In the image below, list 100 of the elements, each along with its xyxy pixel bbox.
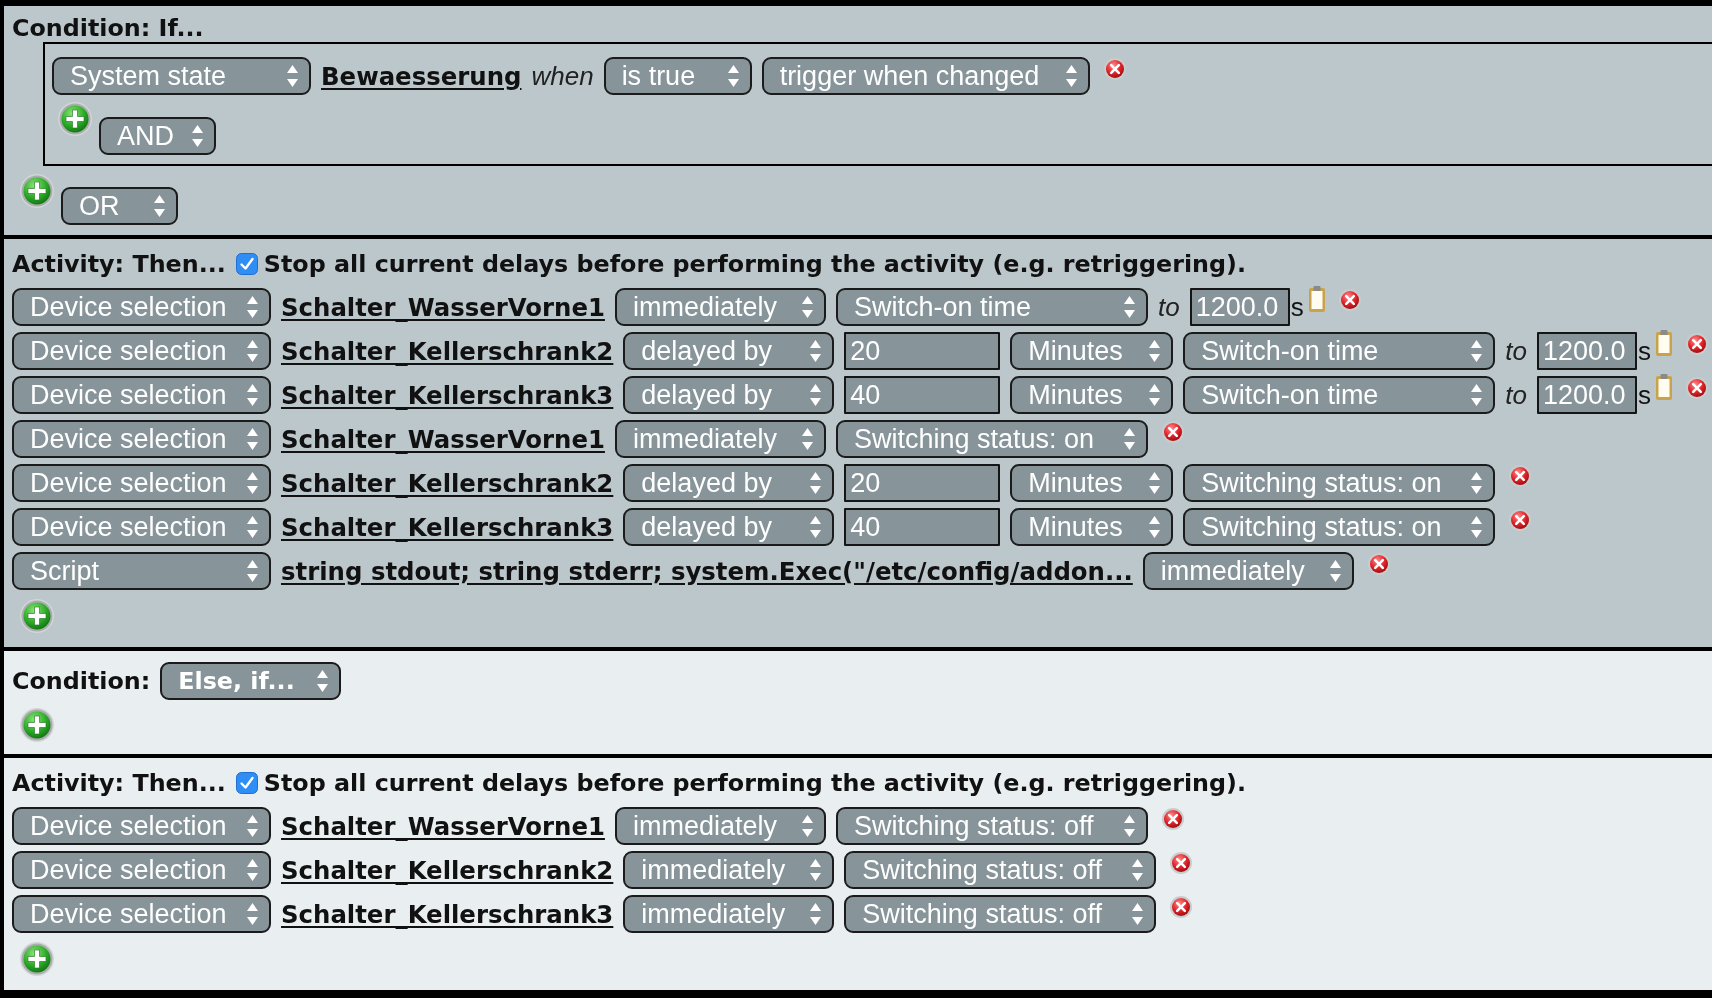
dropdown[interactable]: Switching status: off	[835, 807, 1148, 845]
delete-icon[interactable]	[1103, 58, 1126, 80]
dropdown[interactable]: OR	[61, 187, 178, 225]
dropdown[interactable]: immediately	[623, 851, 835, 889]
dropdown[interactable]: Switching status: on	[1183, 464, 1496, 502]
delay-field[interactable]: 20	[844, 464, 1001, 502]
delete-icon[interactable]	[1367, 553, 1390, 575]
duration-field[interactable]: 1200.0	[1189, 288, 1290, 326]
dropdown[interactable]: Device selection	[12, 332, 271, 370]
delete-icon[interactable]	[1170, 896, 1193, 918]
dropdown[interactable]: Device selection	[12, 464, 271, 502]
device-link[interactable]: Schalter_Kellerschrank3	[281, 380, 614, 410]
add-icon[interactable]	[20, 708, 54, 742]
dropdown[interactable]: Device selection	[12, 376, 271, 414]
variable-link[interactable]: Bewaesserung	[321, 61, 522, 91]
delete-icon[interactable]	[1161, 808, 1184, 830]
device-link[interactable]: Schalter_Kellerschrank2	[281, 468, 614, 498]
dropdown[interactable]: Switch-on time	[835, 288, 1148, 326]
dropdown[interactable]: AND	[99, 117, 216, 155]
updown-arrows-icon	[1149, 516, 1161, 538]
delay-field[interactable]: 40	[844, 508, 1001, 546]
dropdown[interactable]: Switching status: off	[844, 895, 1157, 933]
dropdown[interactable]: delayed by	[623, 376, 835, 414]
updown-arrows-icon	[247, 516, 258, 538]
device-link[interactable]: Schalter_Kellerschrank3	[281, 512, 614, 542]
dropdown[interactable]: Device selection	[12, 508, 271, 546]
dropdown[interactable]: Device selection	[12, 288, 271, 326]
dropdown[interactable]: is true	[603, 57, 752, 95]
checkbox-label: Stop all current delays before performing the activity (e.g. retriggering).	[263, 250, 1246, 278]
device-link[interactable]: Schalter_WasserVorne1	[281, 424, 605, 454]
dropdown[interactable]: Switch-on time	[1183, 332, 1496, 370]
updown-arrows-icon	[1471, 472, 1483, 494]
delay-field[interactable]: 40	[844, 376, 1001, 414]
dropdown[interactable]: Switch-on time	[1183, 376, 1496, 414]
updown-arrows-icon	[247, 472, 258, 494]
delete-icon[interactable]	[1509, 509, 1532, 531]
keyword-text: to	[1157, 291, 1180, 323]
dropdown[interactable]: Minutes	[1010, 376, 1174, 414]
script-link[interactable]: string stdout; string stderr; system.Exec("/etc/config/addon...	[281, 556, 1133, 586]
unit-text: s	[1638, 335, 1651, 367]
updown-arrows-icon	[1329, 560, 1341, 582]
device-link[interactable]: Schalter_WasserVorne1	[281, 811, 605, 841]
duration-field[interactable]: 1200.0	[1537, 376, 1637, 414]
dropdown[interactable]: Else, if...	[160, 662, 342, 700]
dropdown[interactable]: immediately	[614, 807, 826, 845]
delete-icon[interactable]	[1338, 289, 1361, 311]
dropdown[interactable]: Minutes	[1010, 508, 1174, 546]
add-icon[interactable]	[58, 102, 92, 136]
updown-arrows-icon	[801, 815, 813, 837]
checkbox[interactable]	[235, 253, 258, 275]
dropdown[interactable]: Device selection	[12, 895, 271, 933]
updown-arrows-icon	[287, 65, 298, 87]
dropdown[interactable]: trigger when changed	[761, 57, 1090, 95]
updown-arrows-icon	[1123, 296, 1135, 318]
device-link[interactable]: Schalter_Kellerschrank2	[281, 336, 614, 366]
updown-arrows-icon	[801, 296, 813, 318]
checkbox[interactable]	[235, 772, 258, 794]
updown-arrows-icon	[810, 903, 822, 925]
dropdown[interactable]: Minutes	[1010, 332, 1174, 370]
updown-arrows-icon	[1149, 472, 1161, 494]
dropdown[interactable]: Minutes	[1010, 464, 1174, 502]
dropdown[interactable]: Switching status: on	[1183, 508, 1496, 546]
clipboard-icon[interactable]	[1656, 374, 1672, 400]
dropdown[interactable]: immediately	[1142, 552, 1354, 590]
dropdown[interactable]: Switching status: off	[844, 851, 1157, 889]
device-link[interactable]: Schalter_Kellerschrank2	[281, 855, 614, 885]
dropdown[interactable]: delayed by	[623, 464, 835, 502]
add-icon[interactable]	[20, 174, 54, 208]
device-link[interactable]: Schalter_Kellerschrank3	[281, 899, 614, 929]
device-link[interactable]: Schalter_WasserVorne1	[281, 292, 605, 322]
dropdown[interactable]: immediately	[614, 288, 826, 326]
dropdown[interactable]: System state	[52, 57, 311, 95]
updown-arrows-icon	[1065, 65, 1077, 87]
updown-arrows-icon	[247, 296, 258, 318]
delay-field[interactable]: 20	[844, 332, 1001, 370]
delete-icon[interactable]	[1161, 421, 1184, 443]
delete-icon[interactable]	[1509, 465, 1532, 487]
dropdown[interactable]: immediately	[614, 420, 826, 458]
dropdown[interactable]: Switching status: on	[835, 420, 1148, 458]
keyword-text: when	[531, 60, 594, 92]
section-heading: Condition: If...	[12, 14, 204, 42]
dropdown[interactable]: Device selection	[12, 807, 271, 845]
dropdown[interactable]: Device selection	[12, 851, 271, 889]
dropdown[interactable]: immediately	[623, 895, 835, 933]
dropdown[interactable]: Device selection	[12, 420, 271, 458]
dropdown[interactable]: delayed by	[623, 332, 835, 370]
dropdown[interactable]: Script	[12, 552, 271, 590]
duration-field[interactable]: 1200.0	[1537, 332, 1637, 370]
clipboard-icon[interactable]	[1656, 330, 1672, 356]
unit-text: s	[1638, 379, 1651, 411]
delete-icon[interactable]	[1686, 333, 1708, 355]
dropdown[interactable]: delayed by	[623, 508, 835, 546]
delete-icon[interactable]	[1686, 377, 1708, 399]
keyword-text: to	[1505, 335, 1527, 367]
add-icon[interactable]	[20, 599, 54, 633]
delete-icon[interactable]	[1170, 852, 1193, 874]
add-icon[interactable]	[20, 942, 54, 976]
updown-arrows-icon	[810, 859, 822, 881]
updown-arrows-icon	[1471, 340, 1483, 362]
clipboard-icon[interactable]	[1308, 286, 1325, 312]
